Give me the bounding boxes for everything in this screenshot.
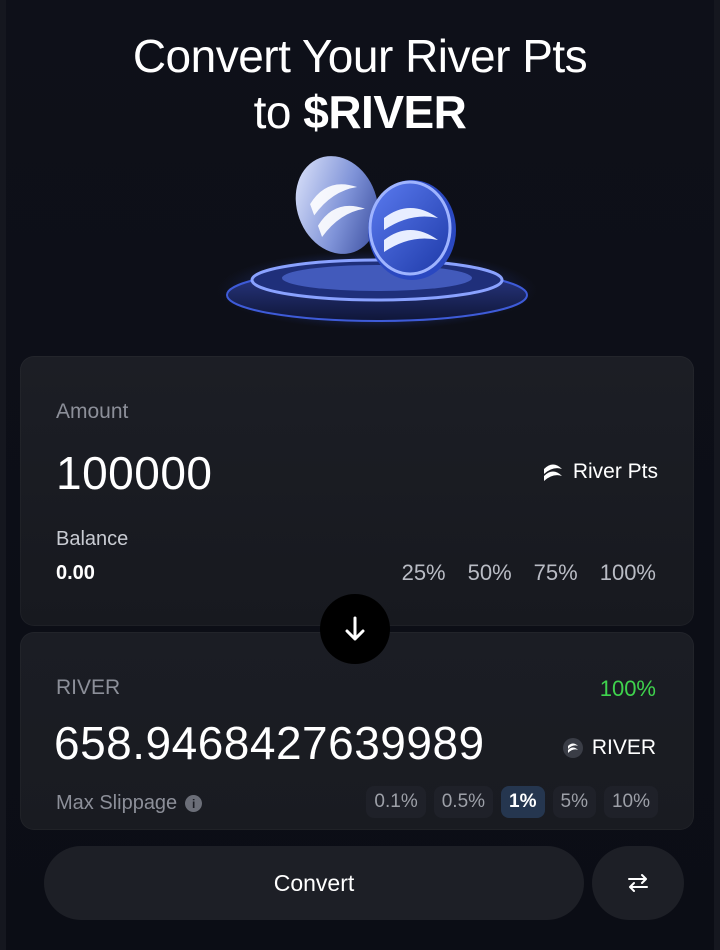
input-token-label: River Pts xyxy=(572,460,658,483)
hero-title-token: $RIVER xyxy=(303,86,467,138)
amount-label: Amount xyxy=(56,400,129,423)
river-coins-illustration xyxy=(217,156,537,330)
max-slippage: Max Slippage i xyxy=(56,792,203,815)
slippage-0-5-button[interactable]: 0.5% xyxy=(433,786,494,818)
percent-100-button[interactable]: 100% xyxy=(600,560,656,586)
slippage-options: 0.1% 0.5% 1% 5% 10% xyxy=(366,786,658,818)
convert-button[interactable]: Convert xyxy=(44,846,584,920)
amount-card: Amount 100000 River Pts Balance 0.00 25%… xyxy=(20,356,694,626)
river-logo-icon xyxy=(543,464,562,481)
right-edge xyxy=(714,0,720,950)
river-coin-icon xyxy=(562,738,583,758)
slippage-0-1-button[interactable]: 0.1% xyxy=(366,786,426,818)
swap-arrows-icon xyxy=(628,874,648,892)
percent-options: 25% 50% 75% 100% xyxy=(402,560,656,586)
arrow-down-icon xyxy=(345,616,365,641)
left-edge xyxy=(0,0,6,950)
hero-title-prefix: to xyxy=(253,86,304,138)
percent-50-button[interactable]: 50% xyxy=(468,560,512,586)
receive-label: RIVER xyxy=(56,676,121,699)
slippage-1-button[interactable]: 1% xyxy=(501,786,545,818)
hero-title-line1: Convert Your River Pts xyxy=(132,30,588,82)
info-icon[interactable]: i xyxy=(185,795,203,812)
output-token[interactable]: RIVER xyxy=(562,736,656,760)
percent-75-button[interactable]: 75% xyxy=(534,560,578,586)
slippage-5-button[interactable]: 5% xyxy=(552,786,596,818)
receive-percent: 100% xyxy=(599,676,656,701)
balance-label: Balance xyxy=(56,528,129,550)
swap-direction-button[interactable] xyxy=(320,594,390,664)
hero-title: Convert Your River Pts to $RIVER xyxy=(0,28,720,140)
hero-title-line2: to $RIVER xyxy=(0,84,720,140)
percent-25-button[interactable]: 25% xyxy=(402,560,446,586)
input-token[interactable]: River Pts xyxy=(541,460,658,484)
receive-amount: 658.9468427639989 xyxy=(54,717,485,769)
slippage-10-button[interactable]: 10% xyxy=(603,786,658,818)
max-slippage-label: Max Slippage xyxy=(56,792,178,814)
output-token-label: RIVER xyxy=(591,736,656,759)
amount-input[interactable]: 100000 xyxy=(56,446,213,500)
balance-value: 0.00 xyxy=(56,562,95,584)
flip-tokens-button[interactable] xyxy=(592,846,684,920)
